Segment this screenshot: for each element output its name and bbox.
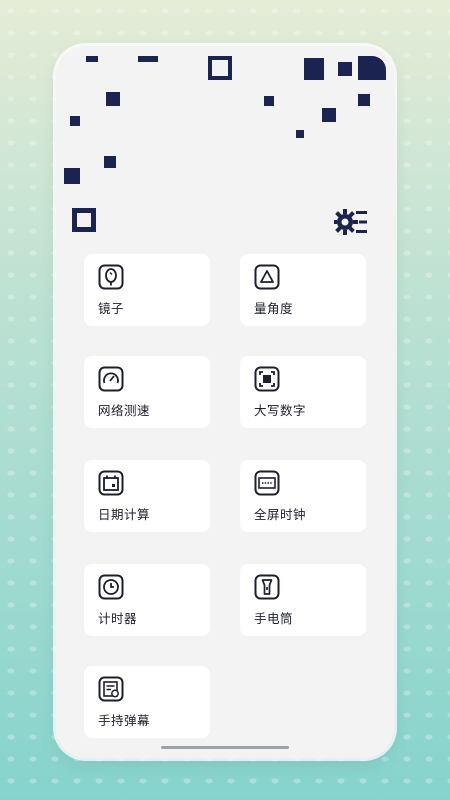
tool-label: 手持弹幕 xyxy=(98,713,151,728)
tool-card-fullscreen-clock[interactable]: 全屏时钟 xyxy=(240,460,366,532)
decor-square xyxy=(358,56,386,80)
tool-card-barrage[interactable]: 手持弹幕 xyxy=(84,666,210,738)
decor-square xyxy=(106,92,120,106)
decor-square xyxy=(208,56,232,80)
decor-square xyxy=(296,130,304,138)
square-logo-icon xyxy=(72,208,96,232)
decor-square xyxy=(358,94,370,106)
decor-square xyxy=(64,168,80,184)
tool-card-mirror[interactable]: 镜子 xyxy=(84,254,210,326)
home-indicator[interactable] xyxy=(161,746,289,749)
phone-screen: 镜子 量角度 网络测速 大写数字 日期计算 全屏时钟 计时器 手电筒 手持弹幕 xyxy=(56,46,394,758)
tool-label: 日期计算 xyxy=(98,507,151,522)
fullscreen-clock-icon xyxy=(254,470,280,496)
decor-square xyxy=(138,56,158,62)
mirror-icon xyxy=(98,264,124,290)
speedometer-icon xyxy=(98,366,124,392)
decor-square xyxy=(264,96,274,106)
flashlight-icon xyxy=(254,574,280,600)
tool-label: 全屏时钟 xyxy=(254,507,307,522)
tool-card-angle[interactable]: 量角度 xyxy=(240,254,366,326)
tool-label: 网络测速 xyxy=(98,403,151,418)
tool-label: 手电筒 xyxy=(254,611,294,626)
tool-card-speedtest[interactable]: 网络测速 xyxy=(84,356,210,428)
gear-list-icon[interactable] xyxy=(334,206,368,238)
tool-card-timer[interactable]: 计时器 xyxy=(84,564,210,636)
decor-square xyxy=(70,116,80,126)
decor-square xyxy=(104,156,116,168)
tool-card-uppercase-number[interactable]: 大写数字 xyxy=(240,356,366,428)
tool-label: 量角度 xyxy=(254,301,294,316)
scan-text-icon xyxy=(254,366,280,392)
calendar-icon xyxy=(98,470,124,496)
decor-square xyxy=(322,108,336,122)
barrage-icon xyxy=(98,676,124,702)
decor-square xyxy=(304,58,324,80)
decor-square xyxy=(86,56,98,62)
tool-card-flashlight[interactable]: 手电筒 xyxy=(240,564,366,636)
decor-square xyxy=(338,62,352,76)
tool-label: 大写数字 xyxy=(254,403,307,418)
tool-label: 镜子 xyxy=(98,301,125,316)
tool-label: 计时器 xyxy=(98,611,138,626)
timer-icon xyxy=(98,574,124,600)
angle-icon xyxy=(254,264,280,290)
tool-card-date-calc[interactable]: 日期计算 xyxy=(84,460,210,532)
